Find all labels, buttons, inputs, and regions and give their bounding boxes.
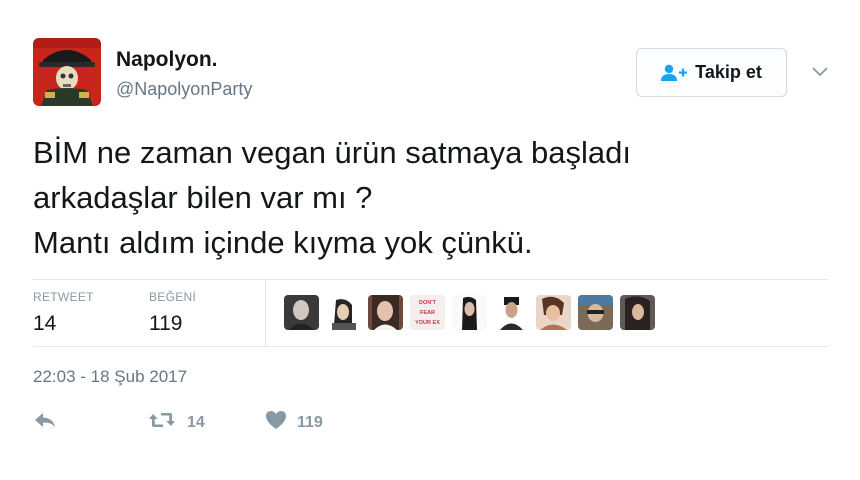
tweet-timestamp[interactable]: 22:03 - 18 Şub 2017 xyxy=(33,367,187,387)
liker-avatar[interactable] xyxy=(368,295,403,330)
like-stat[interactable]: BEĞENİ 119 xyxy=(149,290,196,336)
retweet-action-count: 14 xyxy=(187,413,205,431)
liker-avatar[interactable] xyxy=(452,295,487,330)
reply-button[interactable] xyxy=(33,410,57,435)
tweet-line: arkadaşlar bilen var mı ? xyxy=(33,180,373,215)
tweet-stats: RETWEET 14 BEĞENİ 119 DON'T FEAR YOUR EX xyxy=(33,279,828,347)
follow-button-label: Takip et xyxy=(695,62,762,82)
liker-avatar[interactable] xyxy=(326,295,361,330)
avatar-image xyxy=(33,38,101,106)
retweet-stat[interactable]: RETWEET 14 xyxy=(33,290,94,336)
avatar[interactable] xyxy=(33,38,101,106)
liker-avatar[interactable] xyxy=(578,295,613,330)
svg-text:YOUR EX: YOUR EX xyxy=(415,320,440,326)
user-handle[interactable]: @NapolyonParty xyxy=(116,79,252,100)
chevron-down-icon[interactable] xyxy=(808,60,832,84)
svg-text:DON'T: DON'T xyxy=(419,300,437,306)
like-button[interactable]: 119 xyxy=(265,410,323,435)
reply-icon xyxy=(33,410,57,435)
add-user-icon xyxy=(661,64,688,82)
svg-text:FEAR: FEAR xyxy=(420,310,435,316)
display-name[interactable]: Napolyon. xyxy=(116,48,218,72)
retweet-icon xyxy=(147,410,177,435)
tweet-text: BİM ne zaman vegan ürün satmaya başladı … xyxy=(33,130,823,265)
retweet-stat-label: RETWEET xyxy=(33,290,94,304)
liker-avatars: DON'T FEAR YOUR EX xyxy=(284,295,655,330)
retweet-button[interactable]: 14 xyxy=(147,410,205,435)
liker-avatar[interactable] xyxy=(620,295,655,330)
heart-icon xyxy=(265,410,287,435)
stats-divider xyxy=(265,280,266,347)
tweet-line: BİM ne zaman vegan ürün satmaya başladı xyxy=(33,135,631,170)
like-stat-label: BEĞENİ xyxy=(149,290,197,304)
like-action-count: 119 xyxy=(297,413,323,431)
follow-button[interactable]: Takip et xyxy=(636,48,787,97)
liker-avatar[interactable]: DON'T FEAR YOUR EX xyxy=(410,295,445,330)
like-stat-count: 119 xyxy=(149,312,183,335)
tweet-line: Mantı aldım içinde kıyma yok çünkü. xyxy=(33,225,533,260)
liker-avatar[interactable] xyxy=(494,295,529,330)
liker-avatar[interactable] xyxy=(284,295,319,330)
retweet-stat-count: 14 xyxy=(33,312,57,335)
liker-avatar[interactable] xyxy=(536,295,571,330)
